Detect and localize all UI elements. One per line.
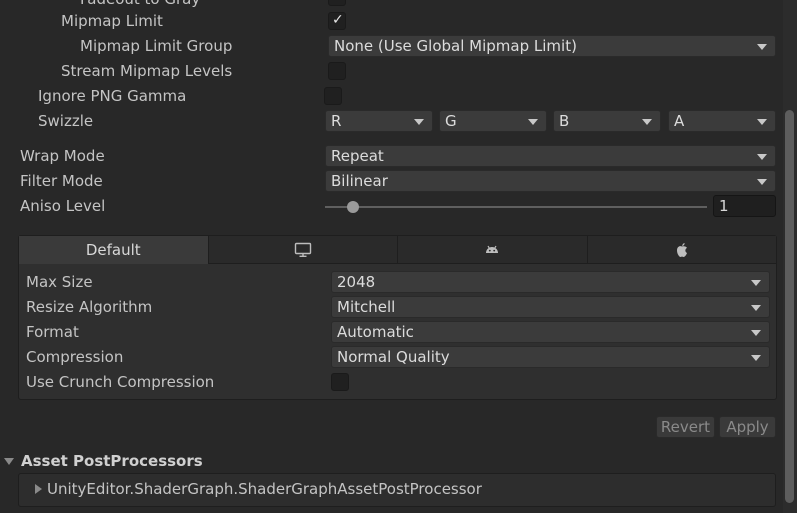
ignore-png-gamma-label: Ignore PNG Gamma (38, 87, 187, 105)
fadeout-label: Fadeout to Gray (80, 0, 200, 8)
vertical-scrollbar[interactable] (783, 0, 797, 513)
chevron-down-icon (751, 355, 761, 361)
crunch-compression-checkbox[interactable] (331, 373, 349, 391)
tab-ios[interactable] (587, 236, 776, 264)
tab-android[interactable] (398, 236, 588, 264)
monitor-icon (294, 242, 311, 258)
wrap-mode-dropdown[interactable]: Repeat (325, 145, 776, 167)
tab-standalone[interactable] (208, 236, 398, 264)
asset-postprocessors-title: Asset PostProcessors (21, 452, 203, 470)
chevron-down-icon (751, 305, 761, 311)
chevron-down-icon (751, 330, 761, 336)
foldout-expanded-icon (4, 458, 14, 465)
max-size-label: Max Size (26, 273, 93, 291)
compression-value: Normal Quality (337, 348, 450, 366)
swizzle-r-value: R (331, 112, 342, 130)
resize-algorithm-label: Resize Algorithm (26, 298, 153, 316)
compression-dropdown[interactable]: Normal Quality (331, 346, 770, 368)
filter-mode-value: Bilinear (331, 172, 388, 190)
swizzle-a-dropdown[interactable]: A (668, 110, 776, 132)
mipmap-limit-checkbox[interactable]: ✓ (328, 12, 346, 30)
tab-default[interactable]: Default (19, 236, 209, 264)
checkmark-icon: ✓ (332, 12, 344, 28)
swizzle-label: Swizzle (38, 112, 94, 130)
platform-tabbar: Default (19, 236, 776, 264)
resize-algorithm-dropdown[interactable]: Mitchell (331, 296, 770, 318)
chevron-down-icon (757, 44, 767, 50)
resize-algorithm-value: Mitchell (337, 298, 396, 316)
max-size-value: 2048 (337, 273, 376, 291)
fadeout-checkbox[interactable] (328, 0, 346, 6)
chevron-down-icon (757, 119, 767, 125)
wrap-mode-label: Wrap Mode (20, 147, 105, 165)
crunch-compression-label: Use Crunch Compression (26, 373, 215, 391)
format-value: Automatic (337, 323, 414, 341)
compression-label: Compression (26, 348, 124, 366)
mipmap-limit-label: Mipmap Limit (61, 12, 163, 30)
max-size-dropdown[interactable]: 2048 (331, 271, 770, 293)
format-label: Format (26, 323, 79, 341)
postprocessor-item-label: UnityEditor.ShaderGraph.ShaderGraphAsset… (47, 480, 482, 498)
scrollbar-thumb[interactable] (785, 110, 794, 503)
tab-default-label: Default (85, 241, 141, 259)
postprocessor-item[interactable]: UnityEditor.ShaderGraph.ShaderGraphAsset… (19, 474, 775, 506)
foldout-collapsed-icon (35, 484, 42, 494)
swizzle-b-dropdown[interactable]: B (553, 110, 661, 132)
asset-postprocessors-header[interactable]: Asset PostProcessors (0, 451, 783, 471)
swizzle-b-value: B (559, 112, 570, 130)
chevron-down-icon (757, 179, 767, 185)
chevron-down-icon (757, 154, 767, 160)
chevron-down-icon (528, 119, 538, 125)
swizzle-g-value: G (445, 112, 457, 130)
aniso-level-label: Aniso Level (20, 197, 106, 215)
apply-button[interactable]: Apply (719, 416, 776, 438)
swizzle-a-value: A (674, 112, 685, 130)
stream-mipmap-label: Stream Mipmap Levels (61, 62, 233, 80)
android-icon (486, 245, 499, 253)
mipmap-limit-group-label: Mipmap Limit Group (80, 37, 233, 55)
chevron-down-icon (642, 119, 652, 125)
aniso-slider-track[interactable] (325, 206, 707, 208)
mipmap-limit-group-dropdown[interactable]: None (Use Global Mipmap Limit) (328, 35, 776, 57)
chevron-down-icon (751, 280, 761, 286)
mipmap-limit-group-value: None (Use Global Mipmap Limit) (334, 37, 577, 55)
swizzle-g-dropdown[interactable]: G (439, 110, 547, 132)
filter-mode-dropdown[interactable]: Bilinear (325, 170, 776, 192)
aniso-level-field[interactable]: 1 (713, 195, 776, 217)
postprocessor-list: UnityEditor.ShaderGraph.ShaderGraphAsset… (18, 473, 776, 507)
format-dropdown[interactable]: Automatic (331, 321, 770, 343)
chevron-down-icon (414, 119, 424, 125)
wrap-mode-value: Repeat (331, 147, 384, 165)
ignore-png-gamma-checkbox[interactable] (324, 87, 342, 105)
apple-icon (676, 243, 687, 257)
stream-mipmap-checkbox[interactable] (328, 62, 346, 80)
filter-mode-label: Filter Mode (20, 172, 103, 190)
aniso-slider-thumb[interactable] (347, 201, 359, 213)
swizzle-r-dropdown[interactable]: R (325, 110, 433, 132)
revert-button[interactable]: Revert (656, 416, 715, 438)
